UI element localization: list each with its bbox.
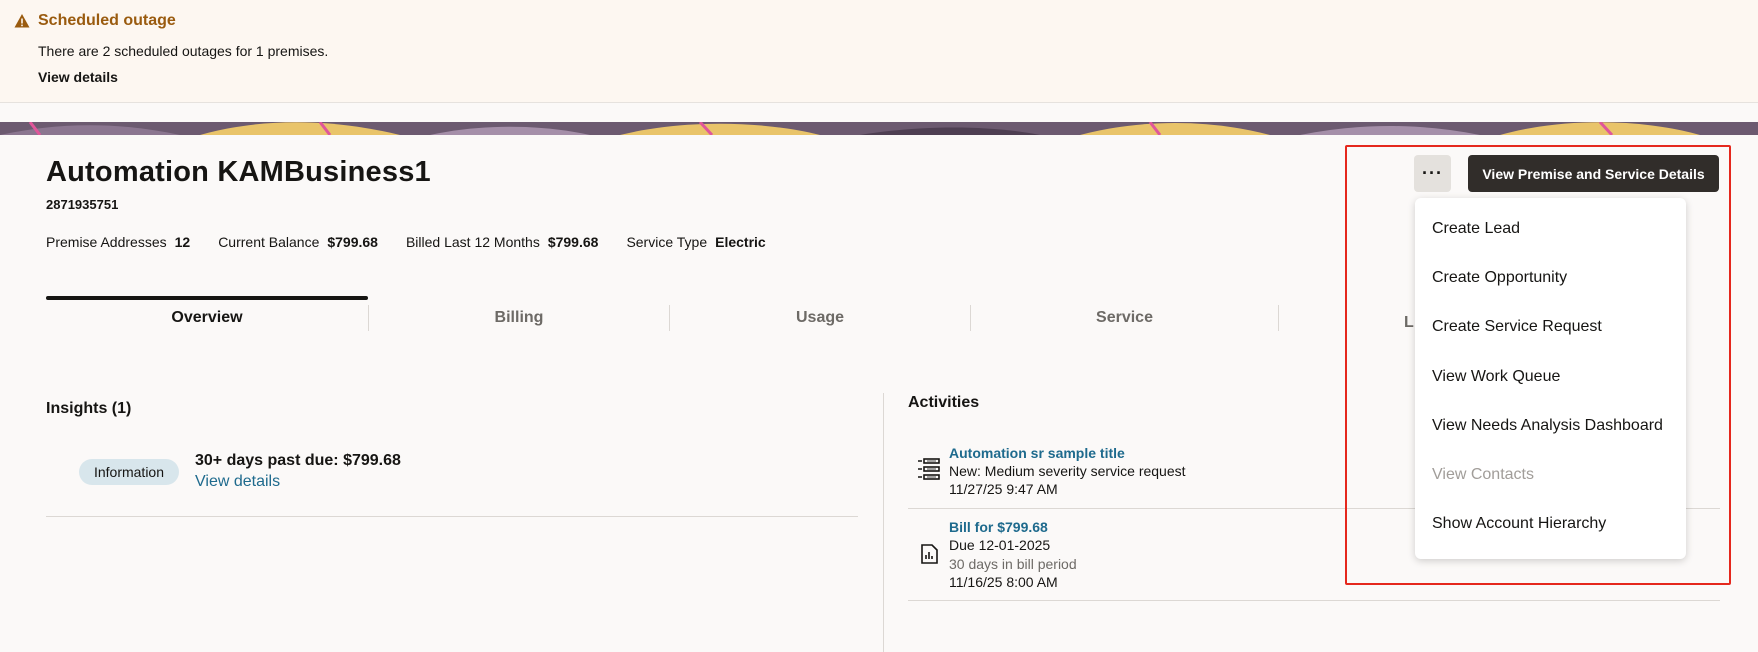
banner-title-row: Scheduled outage <box>14 12 176 30</box>
activity-detail: 30 days in bill period <box>949 556 1077 572</box>
account-facts: Premise Addresses 12 Current Balance $799.… <box>46 234 766 250</box>
view-premise-service-details-button[interactable]: View Premise and Service Details <box>1468 155 1719 192</box>
banner-view-details-link[interactable]: View details <box>38 69 118 85</box>
banner-title: Scheduled outage <box>38 12 176 29</box>
fact-value: 12 <box>174 234 191 250</box>
menu-item-create-opportunity[interactable]: Create Opportunity <box>1415 253 1686 302</box>
menu-item-create-lead[interactable]: Create Lead <box>1415 204 1686 253</box>
tab-service[interactable]: Service <box>971 297 1278 339</box>
insight-view-details-link[interactable]: View details <box>195 473 280 491</box>
fact-label: Premise Addresses <box>46 234 167 250</box>
activity-title-link[interactable]: Bill for $799.68 <box>949 519 1048 535</box>
menu-item-view-contacts: View Contacts <box>1432 466 1534 484</box>
fact-service-type: Service Type Electric <box>626 234 765 250</box>
fact-value: Electric <box>715 234 766 250</box>
insight-headline: 30+ days past due: $799.68 <box>195 452 401 469</box>
tab-divider <box>1278 305 1279 331</box>
insights-title: Insights (1) <box>46 400 132 417</box>
warning-icon <box>14 14 30 28</box>
fact-premise-addresses: Premise Addresses 12 <box>46 234 190 250</box>
fact-current-balance: Current Balance $799.68 <box>218 234 378 250</box>
fact-value: $799.68 <box>547 234 599 250</box>
activity-title-link[interactable]: Automation sr sample title <box>949 445 1125 461</box>
activity-timestamp: 11/27/25 9:47 AM <box>949 481 1058 497</box>
menu-item-view-needs-analysis-dashboard[interactable]: View Needs Analysis Dashboard <box>1415 401 1686 450</box>
activity-timestamp: 11/16/25 8:00 AM <box>949 574 1058 590</box>
column-divider <box>883 393 884 652</box>
fact-label: Service Type <box>626 234 708 250</box>
decorative-header-strip <box>0 122 1758 135</box>
more-actions-menu: Create Lead Create Opportunity Create Se… <box>1415 198 1686 559</box>
account-name: Automation KAMBusiness1 <box>46 156 431 188</box>
service-request-icon <box>918 458 940 480</box>
information-badge: Information <box>79 459 179 485</box>
tab-truncated[interactable]: L <box>1404 314 1414 332</box>
activity-divider <box>908 600 1720 601</box>
bill-icon <box>921 544 938 564</box>
fact-value: $799.68 <box>327 234 378 250</box>
activity-detail: New: Medium severity service request <box>949 463 1186 479</box>
account-number: 2871935751 <box>46 197 119 212</box>
insights-divider <box>46 516 858 517</box>
menu-item-show-account-hierarchy[interactable]: Show Account Hierarchy <box>1415 500 1686 549</box>
menu-item-view-work-queue[interactable]: View Work Queue <box>1415 352 1686 401</box>
activities-title: Activities <box>908 394 980 411</box>
outage-banner: Scheduled outage There are 2 scheduled o… <box>0 0 1758 103</box>
tab-billing[interactable]: Billing <box>369 297 669 339</box>
fact-label: Current Balance <box>218 234 320 250</box>
menu-item-create-service-request[interactable]: Create Service Request <box>1415 303 1686 352</box>
tab-usage[interactable]: Usage <box>670 297 970 339</box>
fact-billed-last-12-months: Billed Last 12 Months $799.68 <box>406 234 598 250</box>
banner-message: There are 2 scheduled outages for 1 prem… <box>38 43 329 59</box>
fact-label: Billed Last 12 Months <box>405 234 540 250</box>
tab-overview[interactable]: Overview <box>46 296 368 339</box>
more-actions-button[interactable]: ··· <box>1414 155 1451 192</box>
activity-detail: Due 12-01-2025 <box>949 537 1051 553</box>
